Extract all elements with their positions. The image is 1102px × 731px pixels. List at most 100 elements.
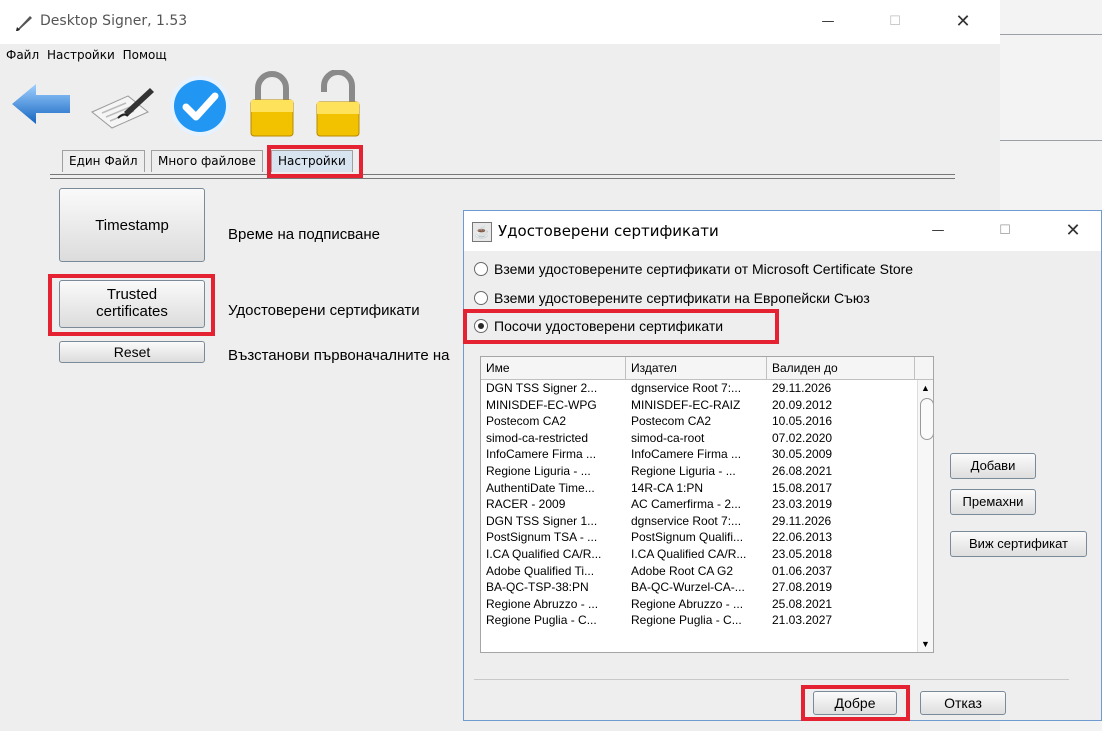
cell-issuer: 14R-CA 1:PN xyxy=(631,480,704,495)
cell-issuer: PostSignum Qualifi... xyxy=(631,530,744,545)
table-row[interactable]: Regione Liguria - ... Regione Liguria - .… xyxy=(481,463,916,480)
trusted-button-line2: certificates xyxy=(96,303,168,320)
table-row[interactable]: Regione Abruzzo - ... Regione Abruzzo - .… xyxy=(481,596,916,613)
table-row[interactable]: Postecom CA2 Postecom CA2 10.05.2016 xyxy=(481,413,916,430)
check-icon[interactable] xyxy=(168,74,232,138)
cell-name: MINISDEF-EC-WPG xyxy=(486,397,597,412)
dialog-minimize-button[interactable]: — xyxy=(918,217,958,245)
cell-issuer: Regione Liguria - ... xyxy=(631,463,736,478)
cell-valid-until: 27.08.2019 xyxy=(772,580,833,595)
cell-issuer: MINISDEF-EC-RAIZ xyxy=(631,397,741,412)
dialog-separator xyxy=(474,679,1069,680)
radio-custom[interactable] xyxy=(474,319,488,333)
reset-button[interactable]: Reset xyxy=(59,341,205,363)
tab-many-files[interactable]: Много файлове xyxy=(151,150,263,172)
maximize-button[interactable]: ☐ xyxy=(875,8,915,36)
add-button[interactable]: Добави xyxy=(950,453,1036,479)
cell-name: Regione Liguria - ... xyxy=(486,463,591,478)
back-arrow-icon[interactable] xyxy=(10,80,72,128)
table-row[interactable]: MINISDEF-EC-WPG MINISDEF-EC-RAIZ 20.09.201… xyxy=(481,397,916,414)
column-issuer[interactable]: Издател xyxy=(626,357,767,379)
scroll-up-icon[interactable]: ▲ xyxy=(921,383,930,393)
reset-description: Възстанови първоначалните на xyxy=(228,347,450,364)
view-certificate-button[interactable]: Виж сертификат xyxy=(950,531,1087,557)
option-custom-label: Посочи удостоверени сертификати xyxy=(494,318,724,334)
cell-issuer: Adobe Root CA G2 xyxy=(631,563,734,578)
menu-settings[interactable]: Настройки xyxy=(47,48,115,62)
option-eu-list[interactable]: Вземи удостоверените сертификати на Евро… xyxy=(474,290,870,306)
table-row[interactable]: DGN TSS Signer 2... dgnservice Root 7:...… xyxy=(481,380,916,397)
cell-name: AuthentiDate Time... xyxy=(486,480,595,495)
table-row[interactable]: DGN TSS Signer 1... dgnservice Root 7:...… xyxy=(481,513,916,530)
ok-button[interactable]: Добре xyxy=(813,691,897,715)
table-row[interactable]: Regione Puglia - C... Regione Puglia - C.… xyxy=(481,612,916,629)
minimize-button[interactable]: — xyxy=(808,8,848,36)
cell-valid-until: 01.06.2037 xyxy=(772,563,833,578)
cell-issuer: dgnservice Root 7:... xyxy=(631,381,742,395)
tab-single-file[interactable]: Един Файл xyxy=(62,150,145,172)
lock-closed-icon[interactable] xyxy=(248,70,296,140)
option-custom[interactable]: Посочи удостоверени сертификати xyxy=(474,318,723,334)
cell-valid-until: 23.03.2019 xyxy=(772,497,833,512)
scroll-down-icon[interactable]: ▼ xyxy=(921,639,930,649)
dialog-maximize-button[interactable]: ☐ xyxy=(985,217,1025,245)
cell-issuer: Regione Abruzzo - ... xyxy=(631,596,744,611)
cell-valid-until: 29.11.2026 xyxy=(772,513,832,528)
cell-valid-until: 21.03.2027 xyxy=(772,613,833,628)
cell-issuer: Postecom CA2 xyxy=(631,414,712,429)
table-row[interactable]: I.CA Qualified CA/R... I.CA Qualified CA/… xyxy=(481,546,916,563)
dialog-title: Удостоверени сертификати xyxy=(498,222,719,240)
column-name[interactable]: Име xyxy=(481,357,626,379)
timestamp-button[interactable]: Timestamp xyxy=(59,188,205,262)
cell-valid-until: 30.05.2009 xyxy=(772,447,833,462)
cell-valid-until: 20.09.2012 xyxy=(772,397,833,412)
toolbar xyxy=(0,66,1000,146)
cell-name: InfoCamere Firma ... xyxy=(486,447,597,462)
table-body: DGN TSS Signer 2... dgnservice Root 7:...… xyxy=(481,380,916,629)
sign-document-icon[interactable] xyxy=(88,82,156,130)
cell-name: DGN TSS Signer 1... xyxy=(486,513,598,528)
table-row[interactable]: InfoCamere Firma ... InfoCamere Firma ...… xyxy=(481,446,916,463)
dialog-title-bar: ☕ Удостоверени сертификати — ☐ ✕ xyxy=(464,211,1101,251)
table-row[interactable]: simod-ca-restricted simod-ca-root 07.02.20… xyxy=(481,430,916,447)
menu-bar: Файл Настройки Помощ xyxy=(0,44,1000,66)
lock-open-icon[interactable] xyxy=(312,70,364,140)
cell-name: Regione Puglia - C... xyxy=(486,613,597,628)
trusted-certificates-button[interactable]: Trusted certificates xyxy=(59,280,205,328)
trusted-certificates-dialog: ☕ Удостоверени сертификати — ☐ ✕ Вземи у… xyxy=(463,210,1102,721)
table-row[interactable]: Adobe Qualified Ti... Adobe Root CA G2 01.… xyxy=(481,563,916,580)
cell-valid-until: 07.02.2020 xyxy=(772,430,833,445)
cell-valid-until: 23.05.2018 xyxy=(772,546,833,561)
dialog-close-button[interactable]: ✕ xyxy=(1053,217,1093,245)
cell-issuer: Regione Puglia - C... xyxy=(631,613,742,628)
cell-issuer: dgnservice Root 7:... xyxy=(631,513,742,528)
remove-button[interactable]: Премахни xyxy=(950,489,1036,515)
cell-valid-until: 26.08.2021 xyxy=(772,463,833,478)
radio-microsoft-store[interactable] xyxy=(474,262,488,276)
cell-issuer: AC Camerfirma - 2... xyxy=(631,497,742,512)
option-eu-list-label: Вземи удостоверените сертификати на Евро… xyxy=(494,290,870,306)
table-row[interactable]: PostSignum TSA - ... PostSignum Qualifi..… xyxy=(481,529,916,546)
trusted-button-line1: Trusted xyxy=(106,286,158,303)
cell-name: Adobe Qualified Ti... xyxy=(486,563,595,578)
tab-settings[interactable]: Настройки xyxy=(271,150,353,172)
cell-valid-until: 29.11.2026 xyxy=(772,381,832,395)
table-row[interactable]: RACER - 2009 AC Camerfirma - 2... 23.03.20… xyxy=(481,496,916,513)
option-microsoft-store[interactable]: Вземи удостоверените сертификати от Micr… xyxy=(474,261,913,277)
table-scrollbar[interactable]: ▲ ▼ xyxy=(917,380,933,652)
menu-file[interactable]: Файл xyxy=(6,48,39,62)
cell-issuer: I.CA Qualified CA/R... xyxy=(631,546,747,561)
column-valid-until[interactable]: Валиден до xyxy=(767,357,915,379)
title-bar: Desktop Signer, 1.53 — ☐ ✕ xyxy=(0,0,1000,44)
cancel-button[interactable]: Отказ xyxy=(920,691,1006,715)
scroll-thumb[interactable] xyxy=(920,398,933,440)
table-row[interactable]: AuthentiDate Time... 14R-CA 1:PN 15.08.201… xyxy=(481,480,916,497)
cell-valid-until: 15.08.2017 xyxy=(772,480,833,495)
certificates-table: Име Издател Валиден до DGN TSS Signer 2.… xyxy=(480,356,934,653)
close-button[interactable]: ✕ xyxy=(943,8,983,36)
menu-help[interactable]: Помощ xyxy=(123,48,167,62)
table-row[interactable]: BA-QC-TSP-38:PN BA-QC-Wurzel-CA-... 27.08.… xyxy=(481,579,916,596)
radio-eu-list[interactable] xyxy=(474,291,488,305)
timestamp-description: Време на подписване xyxy=(228,226,380,243)
cell-name: RACER - 2009 xyxy=(486,497,566,512)
